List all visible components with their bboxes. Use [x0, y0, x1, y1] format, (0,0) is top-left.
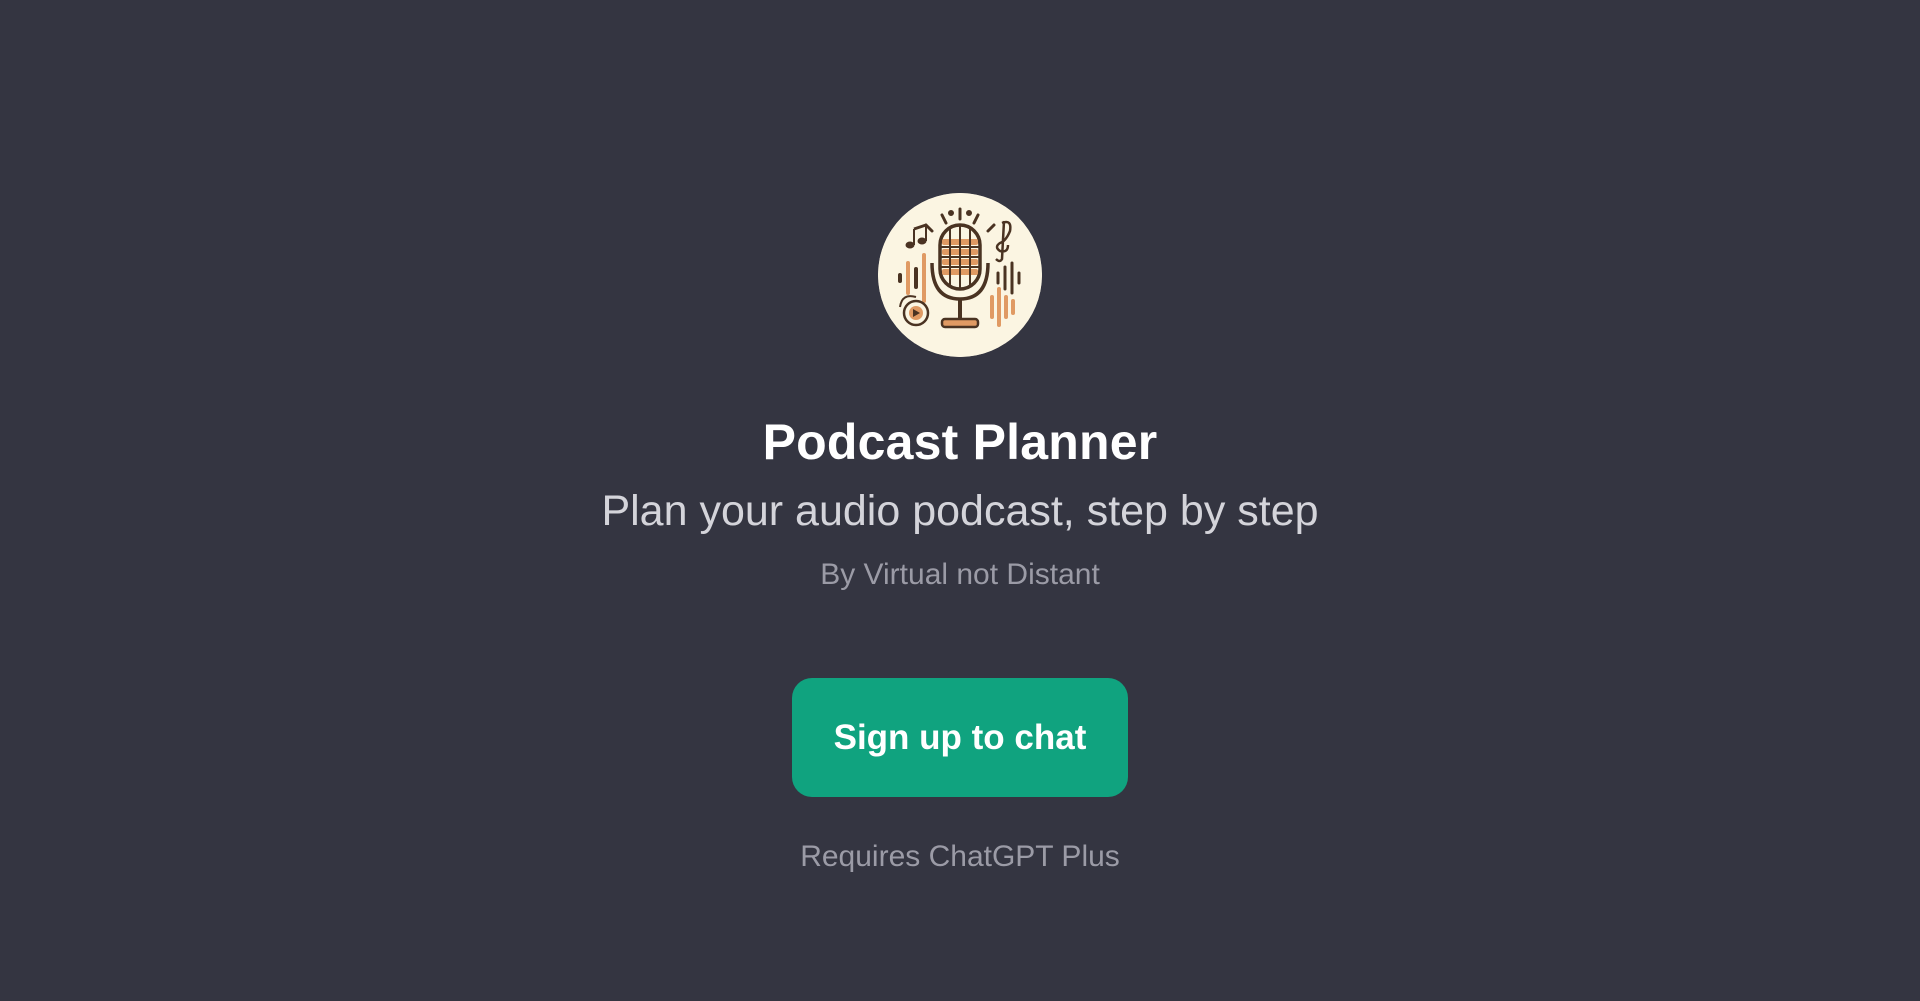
- sign-up-to-chat-button[interactable]: Sign up to chat: [792, 678, 1128, 797]
- gpt-description: Plan your audio podcast, step by step: [601, 487, 1319, 535]
- gpt-landing-page: Podcast Planner Plan your audio podcast,…: [0, 0, 1920, 1001]
- podcast-microphone-icon: [878, 193, 1042, 357]
- plus-requirement-note: Requires ChatGPT Plus: [800, 840, 1120, 873]
- gpt-author: By Virtual not Distant: [820, 558, 1100, 591]
- gpt-title: Podcast Planner: [762, 414, 1158, 470]
